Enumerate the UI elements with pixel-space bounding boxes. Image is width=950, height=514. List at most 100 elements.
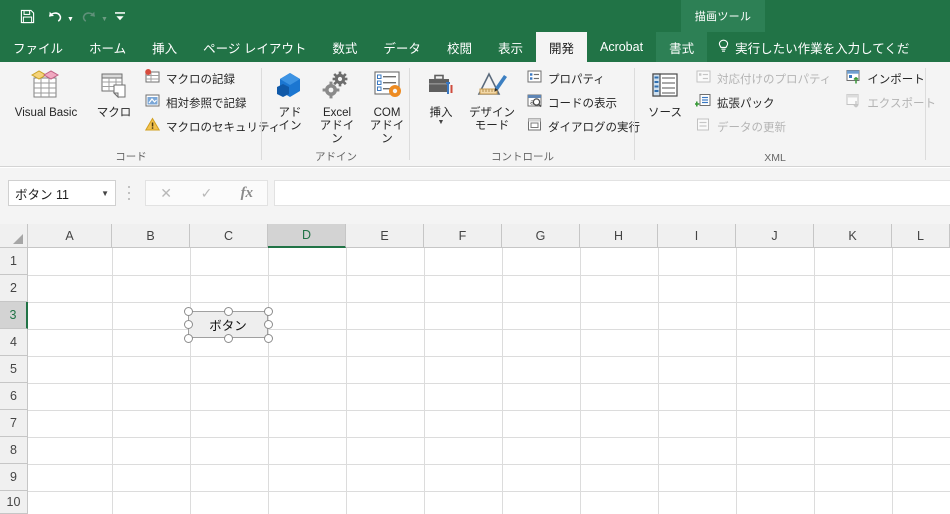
column-header-f[interactable]: F xyxy=(424,224,502,248)
row-header-10[interactable]: 10 xyxy=(0,491,28,514)
view-code-icon: a xyxy=(526,92,543,114)
excel-window: ▼ ▼ 描画ツール ファイル ホーム 挿入 ページ レイアウト 数式 データ 校… xyxy=(0,0,950,514)
column-header-d[interactable]: D xyxy=(268,224,346,248)
refresh-data-button: データの更新 xyxy=(691,116,835,138)
group-label-controls: コントロール xyxy=(491,151,554,163)
row-header-5[interactable]: 5 xyxy=(0,356,28,383)
ribbon-tab-row: ファイル ホーム 挿入 ページ レイアウト 数式 データ 校閲 表示 開発 Ac… xyxy=(0,32,950,62)
row-header-7[interactable]: 7 xyxy=(0,410,28,437)
group-label-addins: アドイン xyxy=(315,151,357,163)
visual-basic-label: Visual Basic xyxy=(14,107,78,119)
tab-view[interactable]: 表示 xyxy=(485,32,536,62)
row-header-4[interactable]: 4 xyxy=(0,329,28,356)
tell-me-box[interactable]: 実行したい作業を入力してくだ xyxy=(717,32,909,62)
column-header-l[interactable]: L xyxy=(892,224,950,248)
tab-developer[interactable]: 開発 xyxy=(535,32,587,62)
tab-formulas[interactable]: 数式 xyxy=(319,32,370,62)
tab-page-layout[interactable]: ページ レイアウト xyxy=(190,32,319,62)
gridline-h xyxy=(28,329,950,330)
relative-reference-label: 相対参照で記録 xyxy=(166,98,247,110)
tab-acrobat[interactable]: Acrobat xyxy=(587,32,656,62)
resize-handle-n[interactable] xyxy=(223,306,233,316)
insert-function-button[interactable]: fx xyxy=(229,185,265,202)
gridline-v xyxy=(580,248,581,514)
tab-review[interactable]: 校閲 xyxy=(434,32,485,62)
view-code-label: コードの表示 xyxy=(548,98,617,110)
gridline-v xyxy=(112,248,113,514)
gridline-v xyxy=(658,248,659,514)
expansion-packs-button[interactable]: 拡張パック xyxy=(691,92,835,114)
map-properties-icon xyxy=(695,68,712,90)
resize-handle-w[interactable] xyxy=(183,320,193,329)
view-code-button[interactable]: a コードの表示 xyxy=(522,92,644,114)
run-dialog-icon xyxy=(526,116,543,138)
formula-action-buttons: ✕ ✓ fx xyxy=(145,180,268,206)
insert-control-button[interactable]: 挿入 ▼ xyxy=(418,63,464,126)
resize-handle-se[interactable] xyxy=(263,333,273,343)
expansion-packs-icon xyxy=(694,92,712,114)
resize-handle-sw[interactable] xyxy=(183,333,193,343)
properties-button[interactable]: プロパティ xyxy=(522,68,644,90)
resize-handle-nw[interactable] xyxy=(183,306,193,316)
contextual-tab-banner: 描画ツール xyxy=(681,0,765,32)
gridline-h xyxy=(28,491,950,492)
row-header-3[interactable]: 3 xyxy=(0,302,28,329)
visual-basic-button[interactable]: Visual Basic xyxy=(2,63,90,120)
column-header-k[interactable]: K xyxy=(814,224,892,248)
save-icon[interactable] xyxy=(14,3,40,29)
com-addins-button[interactable]: COM アドイン xyxy=(362,63,412,146)
xml-source-button[interactable]: ソース xyxy=(641,63,689,120)
worksheet-grid[interactable]: A B C D E F G H I J K L 1 2 3 4 5 6 7 8 … xyxy=(0,224,950,514)
chevron-down-icon[interactable]: ▼ xyxy=(101,189,109,198)
column-header-c[interactable]: C xyxy=(190,224,268,248)
import-icon xyxy=(845,68,862,90)
chevron-down-icon[interactable]: ▼ xyxy=(438,119,445,126)
refresh-data-label: データの更新 xyxy=(717,122,786,134)
resize-handle-e[interactable] xyxy=(263,320,273,329)
run-dialog-button[interactable]: ダイアログの実行 xyxy=(522,116,644,138)
gridline-v xyxy=(424,248,425,514)
addins-icon xyxy=(273,67,307,105)
row-header-1[interactable]: 1 xyxy=(0,248,28,275)
row-header-6[interactable]: 6 xyxy=(0,383,28,410)
customize-qat-icon[interactable] xyxy=(110,3,130,29)
column-header-g[interactable]: G xyxy=(502,224,580,248)
select-all-corner[interactable] xyxy=(0,224,28,248)
column-header-e[interactable]: E xyxy=(346,224,424,248)
tab-home[interactable]: ホーム xyxy=(76,32,139,62)
resize-handle-ne[interactable] xyxy=(263,306,273,316)
column-header-j[interactable]: J xyxy=(736,224,814,248)
gridline-h xyxy=(28,437,950,438)
name-box[interactable]: ボタン 11 ▼ xyxy=(8,180,116,206)
resize-handle-s[interactable] xyxy=(223,333,233,343)
ribbon-group-code: Visual Basic マクロ マクロの記録 相対参照で記録 マクロのセキュリ… xyxy=(0,62,280,167)
column-header-b[interactable]: B xyxy=(112,224,190,248)
excel-addins-label: Excel アドイン xyxy=(319,107,355,145)
excel-addins-button[interactable]: Excel アドイン xyxy=(312,63,362,146)
addins-button[interactable]: アド イン xyxy=(268,63,312,133)
macro-label: マクロ xyxy=(96,107,132,119)
row-header-8[interactable]: 8 xyxy=(0,437,28,464)
undo-icon[interactable] xyxy=(42,3,68,29)
formula-input[interactable] xyxy=(274,180,950,206)
relative-reference-icon xyxy=(144,92,161,114)
tab-insert[interactable]: 挿入 xyxy=(139,32,190,62)
tab-file[interactable]: ファイル xyxy=(0,32,76,62)
design-mode-button[interactable]: デザイン モード xyxy=(464,63,520,133)
column-header-a[interactable]: A xyxy=(28,224,112,248)
macro-button[interactable]: マクロ xyxy=(90,63,138,120)
redo-dropdown-icon: ▼ xyxy=(100,16,108,23)
design-mode-icon xyxy=(475,67,509,105)
tab-data[interactable]: データ xyxy=(370,32,434,62)
tab-drawing-format[interactable]: 書式 xyxy=(656,32,708,62)
column-header-i[interactable]: I xyxy=(658,224,736,248)
column-header-h[interactable]: H xyxy=(580,224,658,248)
row-header-9[interactable]: 9 xyxy=(0,464,28,491)
insert-control-icon xyxy=(425,67,457,105)
gridline-h xyxy=(28,410,950,411)
formula-bar-grip[interactable] xyxy=(126,186,132,200)
design-mode-label: デザイン モード xyxy=(469,107,515,132)
undo-dropdown-icon[interactable]: ▼ xyxy=(67,16,74,32)
gridline-v xyxy=(346,248,347,514)
row-header-2[interactable]: 2 xyxy=(0,275,28,302)
